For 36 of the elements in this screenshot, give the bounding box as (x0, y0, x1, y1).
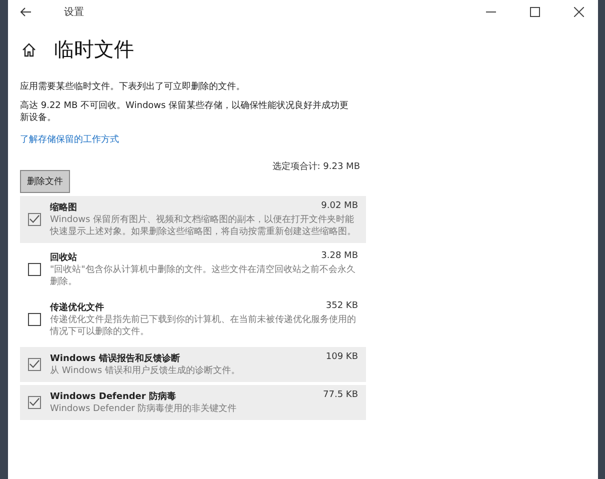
file-category-row[interactable]: Windows 错误报告和反馈诊断 109 KB 从 Windows 错误和用户反馈生成的诊断文件。 (20, 346, 366, 382)
category-description: 从 Windows 错误和用户反馈生成的诊断文件。 (50, 364, 241, 377)
category-size: 3.28 MB (321, 251, 358, 264)
storage-link[interactable]: 了解存储保留的工作方式 (20, 132, 366, 146)
checkbox[interactable] (28, 212, 41, 226)
category-size: 77.5 KB (323, 390, 358, 402)
back-arrow-icon[interactable] (20, 7, 32, 17)
page-title: 临时文件 (54, 36, 134, 63)
category-name: Windows Defender 防病毒 (50, 390, 176, 403)
category-name: Windows 错误报告和反馈诊断 (50, 352, 180, 365)
file-category-row[interactable]: 缩略图 9.02 MB Windows 保留所有图片、视频和文档缩略图的副本，以便在打开文件夹时能快速显示上述对象。如果删除这些缩略图，将自动按需重新创建这些缩略图。 (20, 196, 366, 244)
checkbox[interactable] (28, 313, 41, 326)
maximize-icon[interactable] (530, 7, 540, 17)
close-icon[interactable] (574, 7, 584, 17)
category-description: "回收站"包含你从计算机中删除的文件。这些文件在清空回收站之前不会永久删除。 (50, 264, 356, 288)
window-title: 设置 (64, 6, 84, 19)
category-size: 352 KB (326, 301, 358, 314)
checkbox[interactable] (28, 396, 41, 409)
file-category-row[interactable]: 传递优化文件 352 KB 传递优化文件是指先前已下载到你的计算机、在当前未被传递优化服务使用的情况下可以删除的文件。 (20, 296, 366, 344)
category-description: Windows Defender 防病毒使用的非关键文件 (50, 402, 238, 415)
category-size: 9.02 MB (321, 200, 358, 213)
description-text: 应用需要某些临时文件。下表列出了可立即删除的文件。 (20, 81, 246, 94)
file-category-row[interactable]: 回收站 3.28 MB "回收站"包含你从计算机中删除的文件。这些文件在清空回收站之前不会永久删除。 (20, 246, 366, 294)
category-name: 回收站 (50, 251, 77, 264)
category-description: Windows 保留所有图片、视频和文档缩略图的副本，以便在打开文件夹时能快速显示上述对象。如果删除这些缩略图，将自动按需重新创建这些缩略图。 (50, 214, 357, 238)
description-text: 高达 9.22 MB 不可回收。Windows 保留某些存储，以确保性能状况良好并成功更新设备。 (20, 100, 350, 125)
file-category-row[interactable]: Windows Defender 防病毒 77.5 KB Windows Defender 防病毒使用的非关键文件 (20, 384, 366, 420)
checkbox[interactable] (28, 358, 41, 371)
home-icon[interactable] (22, 42, 36, 56)
selected-total: 选定项合计: 9.23 MB (272, 160, 360, 173)
category-description: 传递优化文件是指先前已下载到你的计算机、在当前未被传递优化服务使用的情况下可以删除的文件。 (50, 314, 357, 339)
category-name: 传递优化文件 (50, 301, 104, 314)
checkbox[interactable] (28, 263, 41, 276)
delete-files-button[interactable]: 删除文件 (20, 170, 70, 193)
category-size: 109 KB (326, 352, 358, 364)
category-name: 缩略图 (50, 201, 77, 214)
